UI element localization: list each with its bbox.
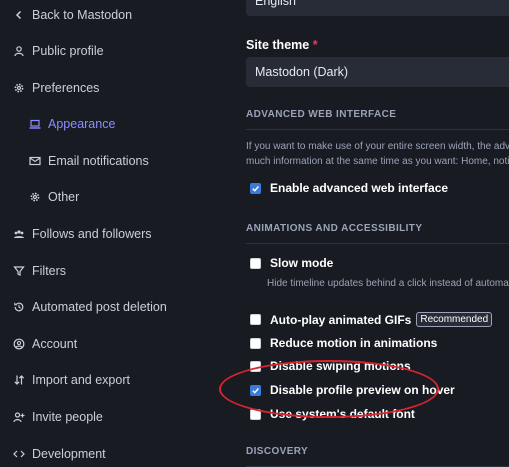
chevron-left-icon <box>12 8 26 22</box>
sidebar-item-label: Other <box>48 190 80 204</box>
disable-swiping-checkbox-row[interactable]: Disable swiping motions <box>250 359 411 373</box>
system-font-label: Use system's default font <box>270 407 415 421</box>
slow-mode-label: Slow mode <box>270 256 334 270</box>
people-icon <box>12 227 26 241</box>
language-select-value: English <box>255 0 296 8</box>
settings-main: English Site theme * Mastodon (Dark) ADV… <box>232 0 509 467</box>
person-icon <box>12 44 26 58</box>
sidebar-item-import-export[interactable]: Import and export <box>12 370 130 390</box>
gear-icon <box>12 81 26 95</box>
person-add-icon <box>12 410 26 424</box>
sidebar-item-development[interactable]: Development <box>12 444 106 464</box>
advanced-help-text: If you want to make use of your entire s… <box>246 141 509 167</box>
autoplay-gifs-checkbox[interactable] <box>250 314 261 325</box>
user-circle-icon <box>12 337 26 351</box>
site-theme-select[interactable]: Mastodon (Dark) <box>246 57 509 87</box>
section-title-advanced: ADVANCED WEB INTERFACE <box>246 109 509 130</box>
disable-profile-preview-checkbox-row[interactable]: Disable profile preview on hover <box>250 383 455 397</box>
sidebar-item-label: Back to Mastodon <box>32 8 133 22</box>
reduce-motion-checkbox-row[interactable]: Reduce motion in animations <box>250 336 437 350</box>
sidebar-item-label: Follows and followers <box>32 227 152 241</box>
sidebar-item-label: Development <box>32 447 106 461</box>
sidebar-item-automated-deletion[interactable]: Automated post deletion <box>12 297 167 317</box>
envelope-icon <box>28 154 42 168</box>
sidebar-item-label: Public profile <box>32 44 104 58</box>
sidebar-item-filters[interactable]: Filters <box>12 261 66 281</box>
sidebar-item-label: Filters <box>32 264 67 278</box>
slow-mode-hint: Hide timeline updates behind a click ins… <box>267 278 509 289</box>
sidebar-item-label: Import and export <box>32 373 130 387</box>
sidebar-item-label: Email notifications <box>48 154 149 168</box>
section-title-discovery: DISCOVERY <box>246 446 509 467</box>
sidebar-item-email-notifications[interactable]: Email notifications <box>28 151 149 171</box>
enable-advanced-checkbox-row[interactable]: Enable advanced web interface <box>250 181 448 195</box>
slow-mode-checkbox[interactable] <box>250 257 261 269</box>
sidebar-item-appearance[interactable]: Appearance <box>28 114 115 134</box>
disable-swiping-checkbox[interactable] <box>250 360 261 372</box>
laptop-icon <box>28 117 42 131</box>
sidebar-item-invite-people[interactable]: Invite people <box>12 407 103 427</box>
filter-icon <box>12 264 26 278</box>
enable-advanced-checkbox[interactable] <box>250 182 261 194</box>
sidebar-item-back[interactable]: Back to Mastodon <box>12 5 132 25</box>
gear-icon <box>28 190 42 204</box>
autoplay-gifs-label: Auto-play animated GIFs <box>270 312 412 327</box>
sidebar-item-other[interactable]: Other <box>28 187 79 207</box>
sidebar-item-preferences[interactable]: Preferences <box>12 78 99 98</box>
slow-mode-checkbox-row[interactable]: Slow mode <box>250 256 333 270</box>
disable-swiping-label: Disable swiping motions <box>270 359 411 373</box>
sidebar-item-public-profile[interactable]: Public profile <box>12 41 104 61</box>
settings-sidebar: Back to Mastodon Public profile Preferen… <box>0 0 232 461</box>
sidebar-item-label: Automated post deletion <box>32 300 167 314</box>
code-icon <box>12 447 26 461</box>
site-theme-select-value: Mastodon (Dark) <box>255 65 349 79</box>
section-title-animations: ANIMATIONS AND ACCESSIBILITY <box>246 223 509 244</box>
required-marker: * <box>312 38 318 52</box>
reduce-motion-checkbox[interactable] <box>250 337 261 349</box>
site-theme-label: Site theme * <box>246 38 318 52</box>
sidebar-item-label: Preferences <box>32 81 100 95</box>
sidebar-item-label: Invite people <box>32 410 103 424</box>
autoplay-gifs-checkbox-row[interactable]: Auto-play animated GIFs Recommended <box>250 312 493 327</box>
sidebar-item-label: Appearance <box>48 117 116 131</box>
system-font-checkbox[interactable] <box>250 408 261 420</box>
reduce-motion-label: Reduce motion in animations <box>270 336 438 350</box>
system-font-checkbox-row[interactable]: Use system's default font <box>250 407 415 421</box>
sidebar-item-follows[interactable]: Follows and followers <box>12 224 152 244</box>
recommended-badge: Recommended <box>416 312 493 327</box>
import-export-icon <box>12 373 26 387</box>
sidebar-item-label: Account <box>32 337 78 351</box>
enable-advanced-label: Enable advanced web interface <box>270 181 449 195</box>
disable-profile-preview-label: Disable profile preview on hover <box>270 383 455 397</box>
history-icon <box>12 300 26 314</box>
disable-profile-preview-checkbox[interactable] <box>250 384 261 396</box>
sidebar-item-account[interactable]: Account <box>12 334 77 354</box>
language-select[interactable]: English <box>246 0 509 16</box>
